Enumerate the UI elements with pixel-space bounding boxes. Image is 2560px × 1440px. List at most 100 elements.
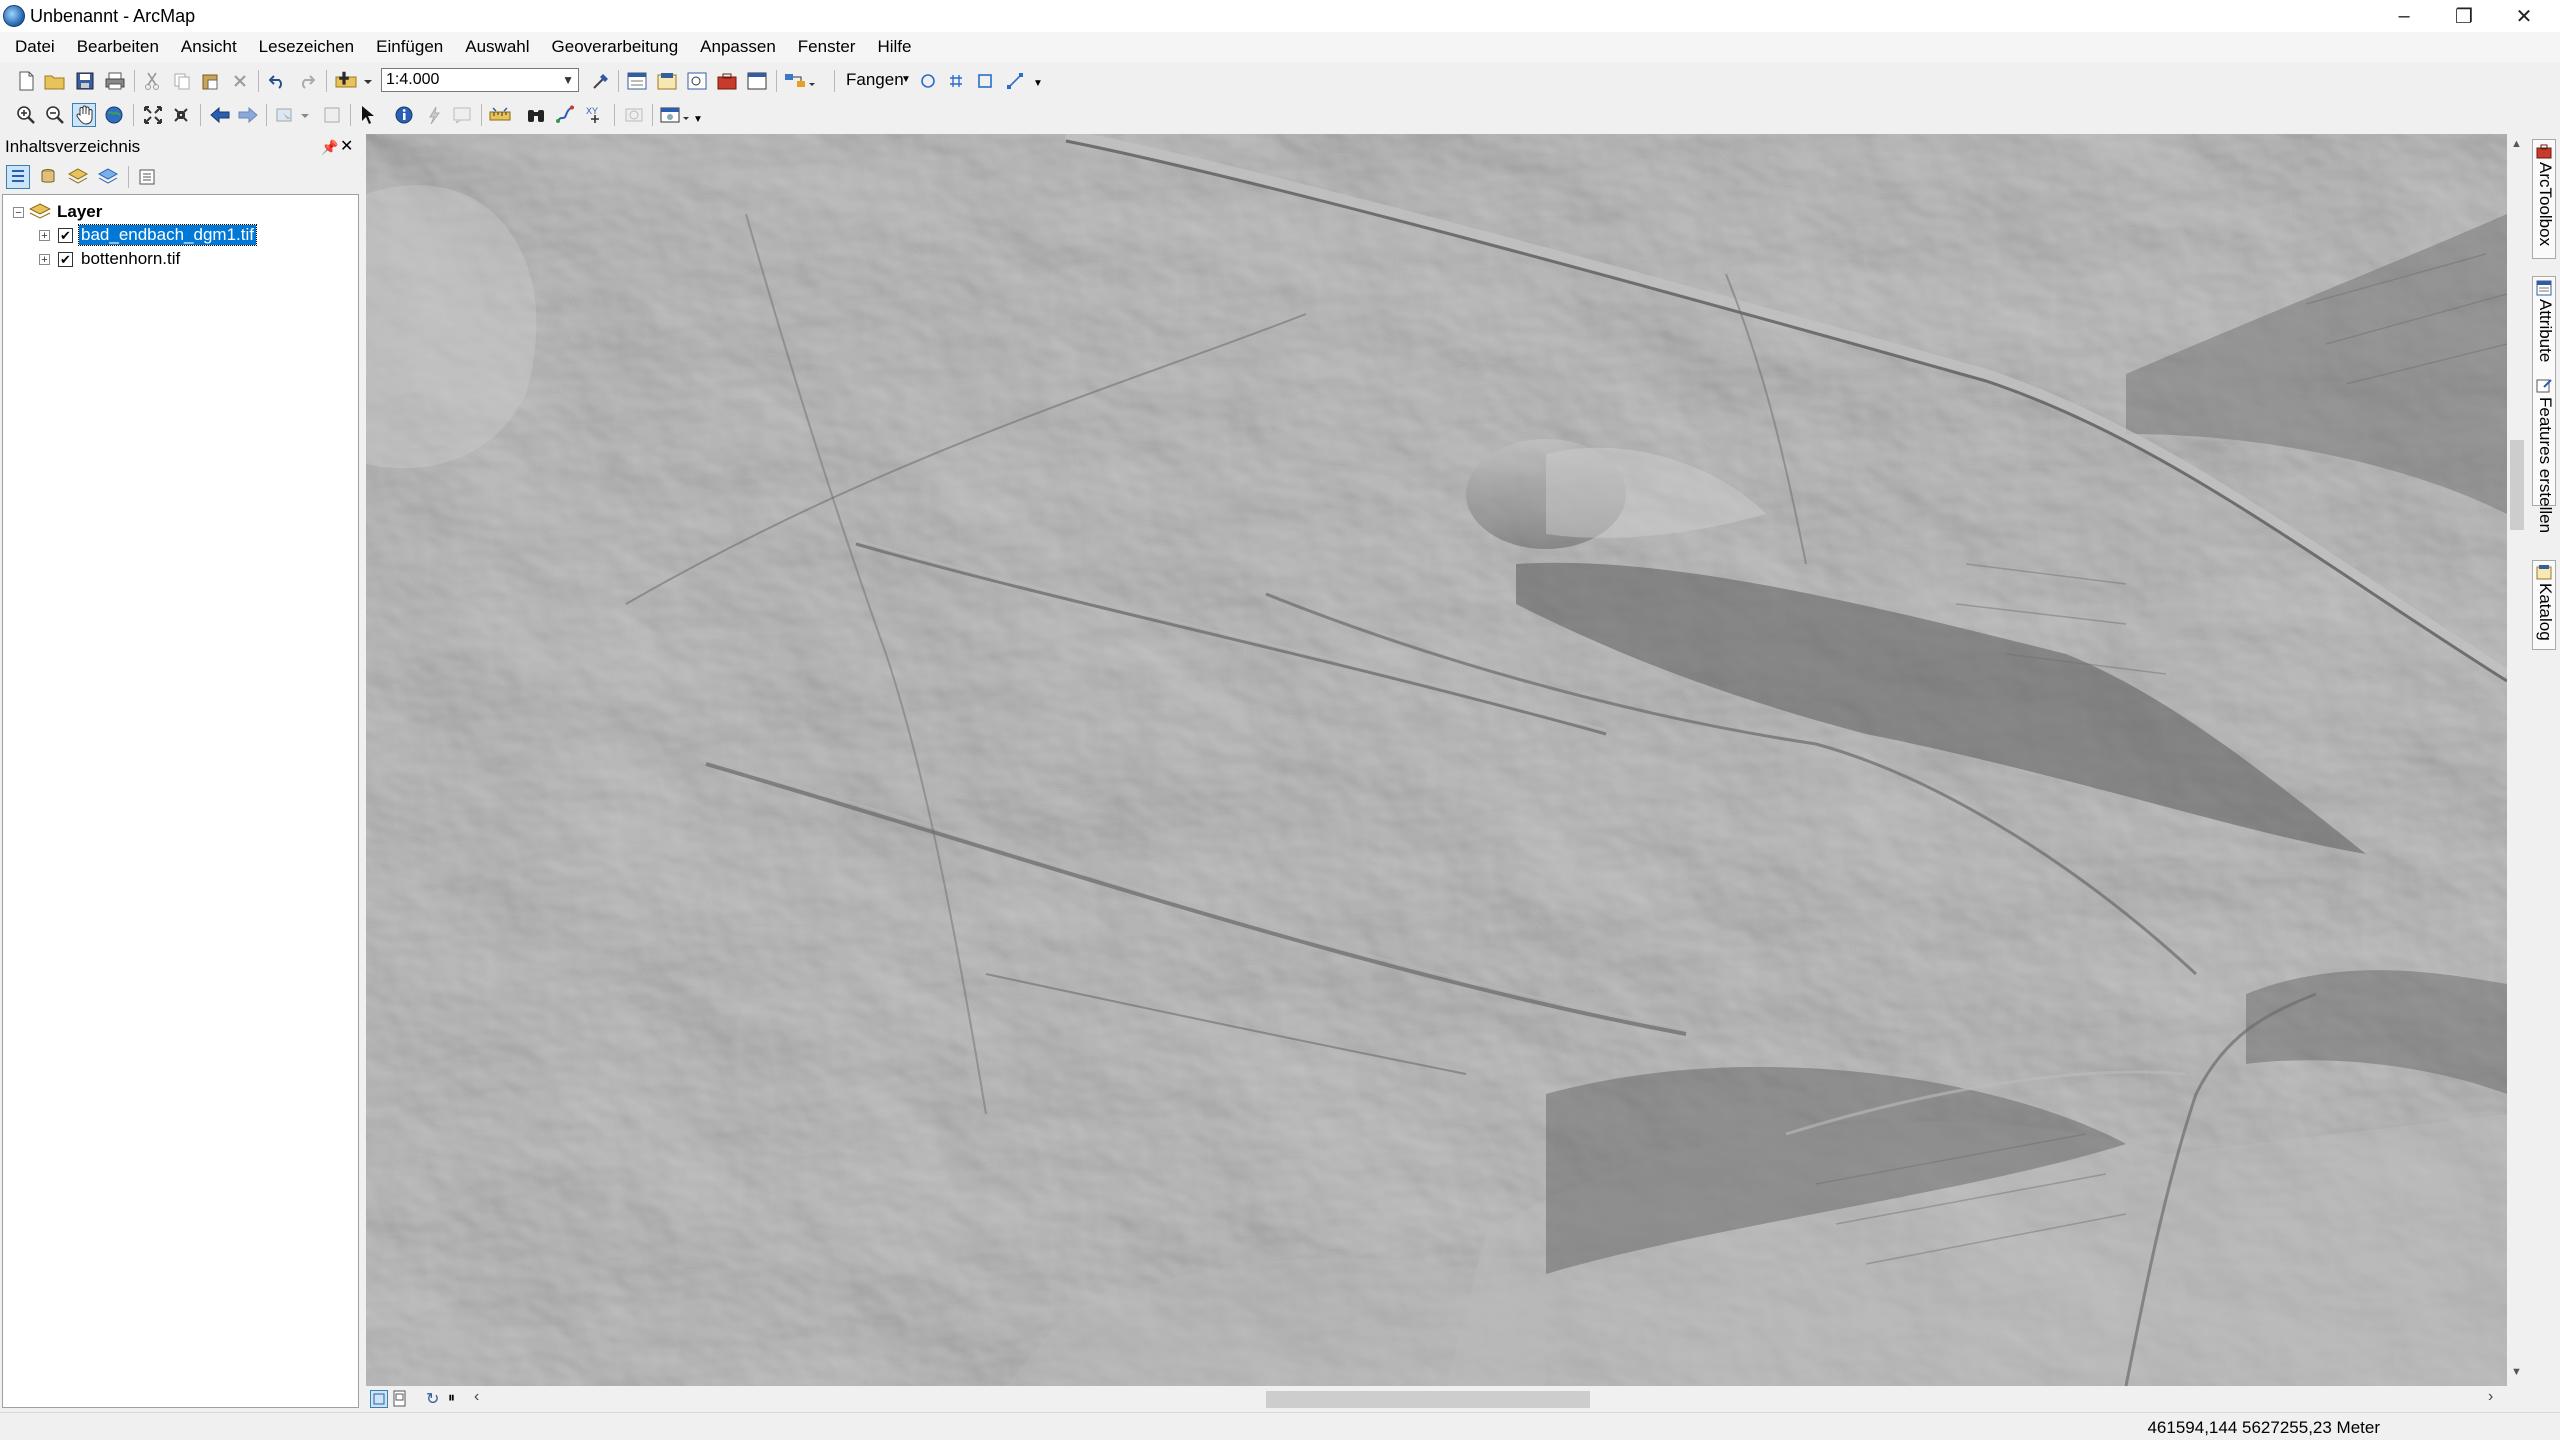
add-data-icon[interactable]: [333, 69, 373, 93]
menu-auswahl[interactable]: Auswahl: [454, 32, 540, 62]
toc-title: Inhaltsverzeichnis: [5, 137, 141, 156]
toolbar-overflow-icon[interactable]: ▼: [1033, 78, 1043, 89]
layout-view-icon[interactable]: [392, 1390, 408, 1413]
undo-icon[interactable]: [265, 69, 289, 93]
back-extent-icon[interactable]: [208, 103, 232, 127]
print-icon[interactable]: [103, 69, 127, 93]
pan-hand-icon[interactable]: [72, 103, 96, 127]
pause-drawing-icon[interactable]: ⏸: [448, 1389, 455, 1406]
cut-icon[interactable]: [140, 69, 164, 93]
full-extent-globe-icon[interactable]: [102, 103, 126, 127]
menu-fenster[interactable]: Fenster: [787, 32, 867, 62]
zoom-out-icon[interactable]: [43, 103, 67, 127]
standard-toolbar: 1:4.000 ▼ Fangen ▼ ▼: [0, 64, 2560, 98]
identify-icon[interactable]: [392, 103, 416, 127]
menu-datei[interactable]: Datei: [4, 32, 66, 62]
menu-ansicht[interactable]: Ansicht: [170, 32, 248, 62]
layer-group-icon: [29, 203, 51, 219]
data-view-icon[interactable]: [370, 1390, 388, 1408]
snapping-dropdown-icon[interactable]: ▼: [901, 74, 911, 85]
find-route-icon[interactable]: [553, 103, 577, 127]
menu-lesezeichen[interactable]: Lesezeichen: [248, 32, 365, 62]
toc-options-icon[interactable]: [135, 165, 159, 189]
scroll-up-icon[interactable]: ▲: [2511, 138, 2522, 150]
new-document-icon[interactable]: [14, 69, 38, 93]
layer-visibility-checkbox[interactable]: ✔: [58, 227, 73, 243]
end-snapping-icon[interactable]: [944, 69, 968, 93]
edge-snapping-icon[interactable]: [1003, 69, 1027, 93]
search-window-icon[interactable]: [685, 69, 709, 93]
scroll-right-icon[interactable]: ›: [2488, 1388, 2493, 1406]
scroll-down-icon[interactable]: ▼: [2511, 1366, 2522, 1378]
find-binoculars-icon[interactable]: [524, 103, 548, 127]
open-folder-icon[interactable]: [43, 69, 67, 93]
pin-icon[interactable]: 📌: [321, 134, 338, 160]
list-by-source-icon[interactable]: [36, 165, 60, 189]
layer-visibility-checkbox[interactable]: ✔: [58, 251, 73, 267]
catalog-tab[interactable]: Katalog: [2532, 560, 2556, 650]
select-elements-arrow-icon[interactable]: [356, 103, 380, 127]
clear-selection-icon[interactable]: [320, 103, 344, 127]
catalog-label: Katalog: [2536, 583, 2555, 641]
time-slider-icon[interactable]: [622, 103, 646, 127]
html-popup-icon[interactable]: [450, 103, 474, 127]
restore-button[interactable]: ❐: [2434, 0, 2494, 32]
menu-hilfe[interactable]: Hilfe: [866, 32, 922, 62]
cursor-coordinates: 461594,144 5627255,23 Meter: [2147, 1418, 2380, 1437]
horizontal-scroll-thumb[interactable]: [1266, 1391, 1590, 1408]
point-snapping-icon[interactable]: [916, 69, 940, 93]
zoom-in-icon[interactable]: [14, 103, 38, 127]
toc-close-icon[interactable]: ✕: [340, 134, 353, 160]
vertex-snapping-icon[interactable]: [973, 69, 997, 93]
model-builder-icon[interactable]: [782, 69, 816, 93]
layer-row-bottenhorn[interactable]: + ✔ bottenhorn.tif: [39, 248, 182, 270]
python-window-icon[interactable]: [745, 69, 769, 93]
fixed-zoom-in-icon[interactable]: [141, 103, 165, 127]
delete-icon[interactable]: [228, 69, 252, 93]
menu-geoverarbeitung[interactable]: Geoverarbeitung: [541, 32, 690, 62]
arctoolbox-window-icon[interactable]: [715, 69, 739, 93]
tree-group-layer[interactable]: − Layer: [13, 201, 102, 223]
toc-toolbar: [0, 160, 363, 194]
redo-icon[interactable]: [295, 69, 319, 93]
table-of-contents-icon[interactable]: [625, 69, 649, 93]
expand-icon[interactable]: +: [39, 253, 50, 265]
editor-toolbar-icon[interactable]: [589, 69, 613, 93]
map-scale-value: 1:4.000: [386, 71, 440, 88]
snapping-label[interactable]: Fangen: [846, 70, 904, 90]
group-label: Layer: [57, 202, 103, 221]
menu-bar: Datei Bearbeiten Ansicht Lesezeichen Ein…: [0, 32, 2560, 62]
status-bar: 461594,144 5627255,23 Meter: [0, 1412, 2560, 1440]
fixed-zoom-out-icon[interactable]: [169, 103, 193, 127]
map-vertical-scrollbar[interactable]: ▲ ▼: [2507, 134, 2527, 1386]
list-by-selection-icon[interactable]: [96, 165, 120, 189]
list-by-drawing-order-icon[interactable]: [6, 165, 30, 189]
toolbar-overflow-icon[interactable]: ▼: [693, 114, 703, 125]
map-scale-combobox[interactable]: 1:4.000 ▼: [381, 68, 579, 92]
expand-icon[interactable]: +: [39, 229, 50, 241]
map-view[interactable]: [366, 134, 2507, 1386]
hyperlink-icon[interactable]: [421, 103, 445, 127]
list-by-visibility-icon[interactable]: [66, 165, 90, 189]
menu-anpassen[interactable]: Anpassen: [689, 32, 787, 62]
create-viewer-window-icon[interactable]: [658, 103, 692, 127]
save-icon[interactable]: [73, 69, 97, 93]
collapse-icon[interactable]: −: [13, 206, 24, 218]
refresh-icon[interactable]: ↻: [426, 1389, 439, 1409]
measure-icon[interactable]: [488, 103, 512, 127]
go-to-xy-icon[interactable]: XY: [583, 103, 607, 127]
arctoolbox-tab[interactable]: ArcToolbox: [2532, 139, 2556, 259]
menu-bearbeiten[interactable]: Bearbeiten: [66, 32, 170, 62]
paste-icon[interactable]: [198, 69, 222, 93]
catalog-window-icon[interactable]: [655, 69, 679, 93]
forward-extent-icon[interactable]: [236, 103, 260, 127]
scroll-left-icon[interactable]: ‹: [474, 1388, 479, 1406]
minimize-button[interactable]: –: [2374, 0, 2434, 32]
menu-einfuegen[interactable]: Einfügen: [365, 32, 454, 62]
layer-row-bad-endbach[interactable]: + ✔ bad_endbach_dgm1.tif: [39, 224, 257, 246]
select-by-rectangle-icon[interactable]: [274, 103, 314, 127]
copy-icon[interactable]: [170, 69, 194, 93]
close-button[interactable]: ✕: [2494, 0, 2554, 32]
vertical-scroll-thumb[interactable]: [2510, 440, 2524, 530]
attributes-features-tab[interactable]: Attribute Features erstellen: [2532, 276, 2556, 533]
